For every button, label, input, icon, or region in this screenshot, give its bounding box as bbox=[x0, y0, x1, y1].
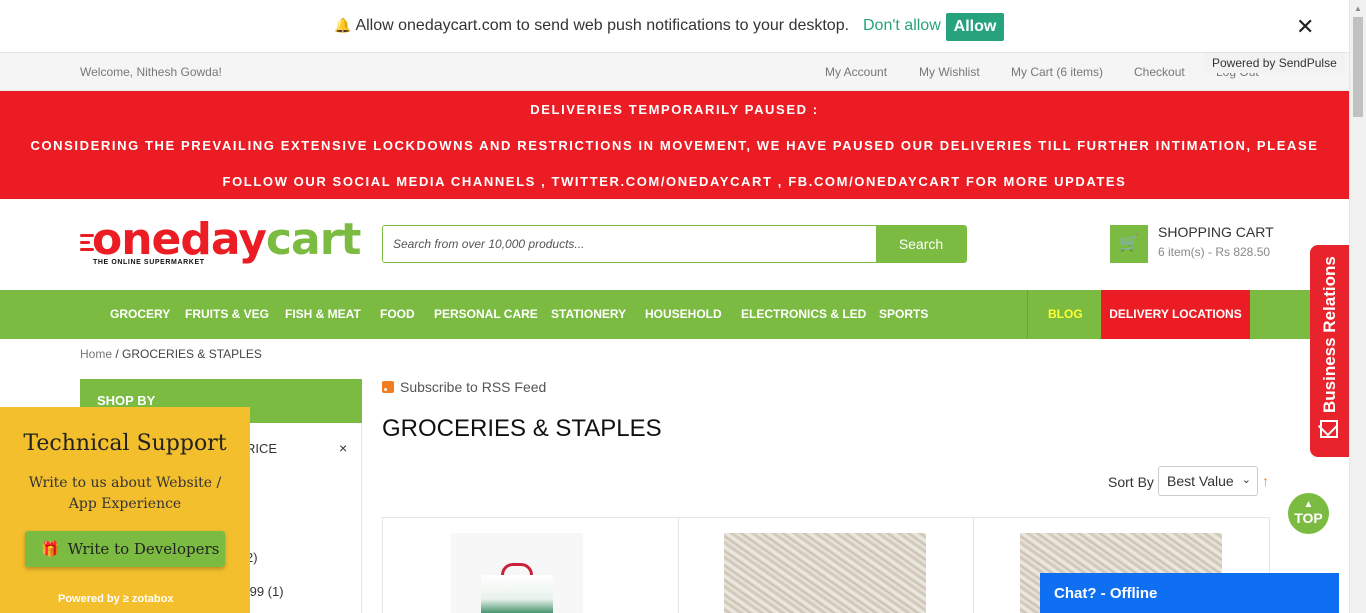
filter-option-count[interactable]: .99 (1) bbox=[246, 584, 284, 599]
site-logo[interactable]: onedaycart THE ONLINE SUPERMARKET bbox=[80, 214, 361, 270]
top-links-bar: Welcome, Nithesh Gowda! My Account My Wi… bbox=[0, 53, 1349, 91]
support-subtitle: Write to us about Website / App Experien… bbox=[28, 475, 222, 512]
support-title: Technical Support bbox=[23, 431, 227, 456]
close-icon[interactable]: ✕ bbox=[1296, 16, 1314, 38]
notice-line: CONSIDERING THE PREVAILING EXTENSIVE LOC… bbox=[30, 138, 1319, 153]
search-button[interactable]: Search bbox=[876, 226, 966, 262]
chat-widget[interactable]: Chat? - Offline bbox=[1040, 573, 1339, 613]
breadcrumb-home[interactable]: Home bbox=[80, 347, 112, 361]
scrollbar-thumb[interactable] bbox=[1353, 17, 1363, 117]
notice-line: FOLLOW OUR SOCIAL MEDIA CHANNELS , TWITT… bbox=[222, 174, 1127, 189]
breadcrumb: Home / GROCERIES & STAPLES bbox=[80, 347, 262, 361]
bell-icon: 🔔 bbox=[334, 17, 352, 33]
allow-button[interactable]: Allow bbox=[946, 13, 1004, 41]
active-filter-label: RICE bbox=[246, 441, 278, 456]
dont-allow-button[interactable]: Don't allow bbox=[863, 17, 941, 35]
product-image[interactable] bbox=[451, 533, 583, 613]
logo-wordmark: onedaycart bbox=[92, 214, 361, 265]
welcome-message: Welcome, Nithesh Gowda! bbox=[80, 65, 222, 79]
envelope-icon bbox=[1320, 420, 1338, 438]
nav-item-food[interactable]: FOOD bbox=[380, 307, 415, 321]
search-input[interactable] bbox=[383, 226, 877, 262]
nav-item-household[interactable]: HOUSEHOLD bbox=[645, 307, 722, 321]
rss-feed-link[interactable]: Subscribe to RSS Feed bbox=[382, 379, 546, 395]
page-title: GROCERIES & STAPLES bbox=[382, 415, 662, 442]
scroll-up-icon[interactable]: ▲ bbox=[1354, 4, 1362, 13]
sort-direction-icon[interactable]: ↑ bbox=[1262, 473, 1269, 489]
push-text: Allow onedaycart.com to send web push no… bbox=[355, 17, 850, 34]
my-wishlist-link[interactable]: My Wishlist bbox=[919, 65, 980, 79]
notice-heading: DELIVERIES TEMPORARILY PAUSED : bbox=[530, 102, 819, 117]
main-nav: GROCERY FRUITS & VEG FISH & MEAT FOOD PE… bbox=[0, 290, 1349, 339]
business-relations-tab[interactable]: Business Relations bbox=[1310, 245, 1350, 457]
zotabox-badge[interactable]: Powered by ≥ zotabox bbox=[58, 593, 173, 605]
push-message: 🔔 Allow onedaycart.com to send web push n… bbox=[334, 17, 849, 35]
shopping-cart-icon[interactable]: 🛒 bbox=[1110, 225, 1148, 263]
sendpulse-badge[interactable]: Powered by SendPulse bbox=[1204, 53, 1345, 73]
nav-item-fish-meat[interactable]: FISH & MEAT bbox=[285, 307, 361, 321]
nav-item-grocery[interactable]: GROCERY bbox=[110, 307, 170, 321]
nav-item-electronics[interactable]: ELECTRONICS & LED bbox=[741, 307, 866, 321]
remove-filter-icon[interactable]: × bbox=[339, 440, 347, 456]
nav-item-delivery-locations[interactable]: DELIVERY LOCATIONS bbox=[1101, 290, 1250, 339]
nav-item-stationery[interactable]: STATIONERY bbox=[551, 307, 626, 321]
nav-item-sports[interactable]: SPORTS bbox=[879, 307, 928, 321]
chevron-down-icon: ⌄ bbox=[1241, 474, 1251, 486]
rss-icon bbox=[382, 381, 394, 393]
breadcrumb-current: GROCERIES & STAPLES bbox=[122, 347, 262, 361]
cart-summary[interactable]: 6 item(s) - Rs 828.50 bbox=[1158, 245, 1270, 259]
back-to-top-button[interactable]: ▲ TOP bbox=[1288, 493, 1329, 534]
push-notification-bar: 🔔 Allow onedaycart.com to send web push n… bbox=[0, 0, 1349, 53]
write-to-developers-button[interactable]: 🎁 Write to Developers bbox=[25, 531, 225, 567]
nav-blog-container: BLOG bbox=[1027, 290, 1101, 339]
checkout-link[interactable]: Checkout bbox=[1134, 65, 1185, 79]
gift-icon: 🎁 bbox=[41, 540, 60, 558]
sort-by-label: Sort By bbox=[1108, 474, 1154, 490]
delivery-notice-banner: DELIVERIES TEMPORARILY PAUSED : CONSIDER… bbox=[0, 91, 1349, 199]
scrollbar[interactable]: ▲ bbox=[1349, 0, 1366, 613]
nav-item-blog[interactable]: BLOG bbox=[1048, 307, 1083, 321]
nav-item-personal-care[interactable]: PERSONAL CARE bbox=[434, 307, 538, 321]
nav-item-fruits-veg[interactable]: FRUITS & VEG bbox=[185, 307, 269, 321]
sort-select[interactable]: Best Value ⌄ bbox=[1158, 466, 1258, 496]
business-relations-label: Business Relations bbox=[1320, 256, 1339, 413]
cart-title[interactable]: SHOPPING CART bbox=[1158, 224, 1274, 240]
technical-support-widget: Technical Support Write to us about Webs… bbox=[0, 407, 250, 613]
search-bar: Search bbox=[382, 225, 967, 263]
logo-tagline: THE ONLINE SUPERMARKET bbox=[93, 259, 205, 266]
my-cart-link[interactable]: My Cart (6 items) bbox=[1011, 65, 1103, 79]
product-image[interactable] bbox=[724, 533, 926, 613]
my-account-link[interactable]: My Account bbox=[825, 65, 887, 79]
